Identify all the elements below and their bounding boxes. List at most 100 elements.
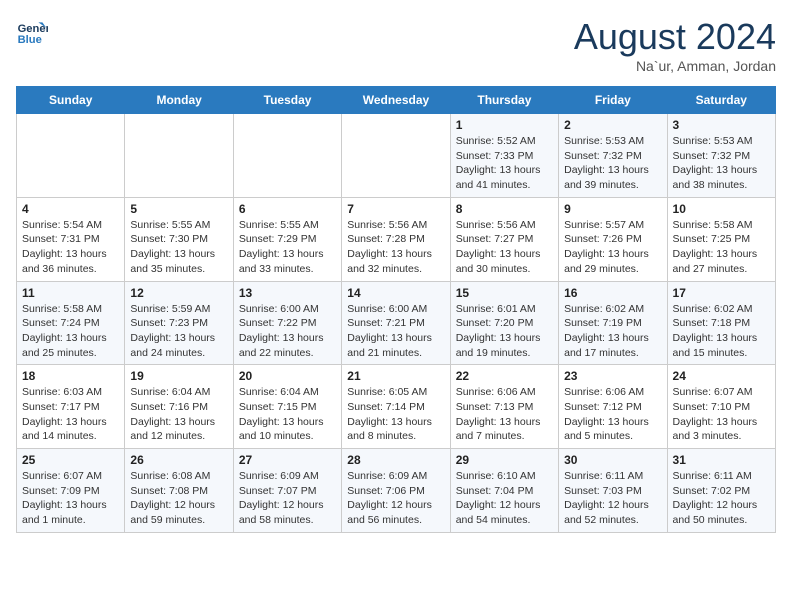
day-cell: 1 Sunrise: 5:52 AM Sunset: 7:33 PM Daylig… [450, 114, 558, 198]
day-info: Sunrise: 5:57 AM Sunset: 7:26 PM Dayligh… [564, 218, 661, 277]
day-number: 19 [130, 369, 227, 383]
week-row-2: 4 Sunrise: 5:54 AM Sunset: 7:31 PM Daylig… [17, 197, 776, 281]
day-cell: 11 Sunrise: 5:58 AM Sunset: 7:24 PM Dayli… [17, 281, 125, 365]
day-info: Sunrise: 6:03 AM Sunset: 7:17 PM Dayligh… [22, 385, 119, 444]
day-cell: 17Sunrise: 6:02 AM Sunset: 7:18 PM Dayli… [667, 281, 775, 365]
day-info: Sunrise: 6:04 AM Sunset: 7:16 PM Dayligh… [130, 385, 227, 444]
day-cell: 19 Sunrise: 6:04 AM Sunset: 7:16 PM Dayli… [125, 365, 233, 449]
header-tuesday: Tuesday [233, 87, 341, 114]
day-number: 23 [564, 369, 661, 383]
day-number: 12 [130, 286, 227, 300]
day-info: Sunrise: 5:52 AM Sunset: 7:33 PM Dayligh… [456, 134, 553, 193]
header-monday: Monday [125, 87, 233, 114]
day-cell: 20 Sunrise: 6:04 AM Sunset: 7:15 PM Dayli… [233, 365, 341, 449]
day-number: 9 [564, 202, 661, 216]
day-cell [233, 114, 341, 198]
day-cell: 13 Sunrise: 6:00 AM Sunset: 7:22 PM Dayli… [233, 281, 341, 365]
day-cell [342, 114, 450, 198]
day-info: Sunrise: 5:53 AM Sunset: 7:32 PM Dayligh… [564, 134, 661, 193]
day-cell: 15Sunrise: 6:01 AM Sunset: 7:20 PM Dayli… [450, 281, 558, 365]
day-info: Sunrise: 6:07 AM Sunset: 7:10 PM Dayligh… [673, 385, 770, 444]
day-info: Sunrise: 5:55 AM Sunset: 7:29 PM Dayligh… [239, 218, 336, 277]
day-number: 3 [673, 118, 770, 132]
day-cell: 26Sunrise: 6:08 AM Sunset: 7:08 PM Dayli… [125, 449, 233, 533]
day-cell: 23 Sunrise: 6:06 AM Sunset: 7:12 PM Dayli… [559, 365, 667, 449]
day-info: Sunrise: 5:54 AM Sunset: 7:31 PM Dayligh… [22, 218, 119, 277]
day-number: 10 [673, 202, 770, 216]
day-number: 5 [130, 202, 227, 216]
week-row-4: 18 Sunrise: 6:03 AM Sunset: 7:17 PM Dayli… [17, 365, 776, 449]
day-info: Sunrise: 6:11 AM Sunset: 7:02 PM Dayligh… [673, 469, 770, 528]
header-saturday: Saturday [667, 87, 775, 114]
week-row-3: 11 Sunrise: 5:58 AM Sunset: 7:24 PM Dayli… [17, 281, 776, 365]
day-number: 13 [239, 286, 336, 300]
day-cell: 3 Sunrise: 5:53 AM Sunset: 7:32 PM Daylig… [667, 114, 775, 198]
day-cell: 5 Sunrise: 5:55 AM Sunset: 7:30 PM Daylig… [125, 197, 233, 281]
location: Na`ur, Amman, Jordan [574, 58, 776, 74]
day-info: Sunrise: 6:04 AM Sunset: 7:15 PM Dayligh… [239, 385, 336, 444]
day-number: 8 [456, 202, 553, 216]
day-cell: 14Sunrise: 6:00 AM Sunset: 7:21 PM Dayli… [342, 281, 450, 365]
day-cell: 2 Sunrise: 5:53 AM Sunset: 7:32 PM Daylig… [559, 114, 667, 198]
day-number: 29 [456, 453, 553, 467]
day-info: Sunrise: 5:59 AM Sunset: 7:23 PM Dayligh… [130, 302, 227, 361]
day-number: 4 [22, 202, 119, 216]
day-cell: 9 Sunrise: 5:57 AM Sunset: 7:26 PM Daylig… [559, 197, 667, 281]
day-cell [125, 114, 233, 198]
day-info: Sunrise: 5:53 AM Sunset: 7:32 PM Dayligh… [673, 134, 770, 193]
day-info: Sunrise: 5:56 AM Sunset: 7:27 PM Dayligh… [456, 218, 553, 277]
day-number: 2 [564, 118, 661, 132]
day-number: 14 [347, 286, 444, 300]
day-info: Sunrise: 5:58 AM Sunset: 7:24 PM Dayligh… [22, 302, 119, 361]
day-info: Sunrise: 6:06 AM Sunset: 7:13 PM Dayligh… [456, 385, 553, 444]
day-cell: 6Sunrise: 5:55 AM Sunset: 7:29 PM Daylig… [233, 197, 341, 281]
day-number: 11 [22, 286, 119, 300]
day-number: 30 [564, 453, 661, 467]
page-header: General Blue August 2024 Na`ur, Amman, J… [16, 16, 776, 74]
day-cell [17, 114, 125, 198]
day-info: Sunrise: 5:56 AM Sunset: 7:28 PM Dayligh… [347, 218, 444, 277]
day-info: Sunrise: 5:58 AM Sunset: 7:25 PM Dayligh… [673, 218, 770, 277]
header-wednesday: Wednesday [342, 87, 450, 114]
day-number: 21 [347, 369, 444, 383]
day-info: Sunrise: 6:07 AM Sunset: 7:09 PM Dayligh… [22, 469, 119, 528]
calendar-table: SundayMondayTuesdayWednesdayThursdayFrid… [16, 86, 776, 533]
day-info: Sunrise: 6:09 AM Sunset: 7:06 PM Dayligh… [347, 469, 444, 528]
day-number: 25 [22, 453, 119, 467]
day-cell: 28 Sunrise: 6:09 AM Sunset: 7:06 PM Dayli… [342, 449, 450, 533]
day-cell: 30 Sunrise: 6:11 AM Sunset: 7:03 PM Dayli… [559, 449, 667, 533]
day-number: 24 [673, 369, 770, 383]
day-number: 7 [347, 202, 444, 216]
day-cell: 29 Sunrise: 6:10 AM Sunset: 7:04 PM Dayli… [450, 449, 558, 533]
day-cell: 4 Sunrise: 5:54 AM Sunset: 7:31 PM Daylig… [17, 197, 125, 281]
day-number: 28 [347, 453, 444, 467]
day-info: Sunrise: 6:11 AM Sunset: 7:03 PM Dayligh… [564, 469, 661, 528]
day-number: 18 [22, 369, 119, 383]
day-info: Sunrise: 6:10 AM Sunset: 7:04 PM Dayligh… [456, 469, 553, 528]
week-row-5: 25 Sunrise: 6:07 AM Sunset: 7:09 PM Dayli… [17, 449, 776, 533]
day-number: 20 [239, 369, 336, 383]
header-sunday: Sunday [17, 87, 125, 114]
day-number: 16 [564, 286, 661, 300]
day-number: 17 [673, 286, 770, 300]
week-row-1: 1 Sunrise: 5:52 AM Sunset: 7:33 PM Daylig… [17, 114, 776, 198]
title-block: August 2024 Na`ur, Amman, Jordan [574, 16, 776, 74]
day-cell: 25 Sunrise: 6:07 AM Sunset: 7:09 PM Dayli… [17, 449, 125, 533]
day-info: Sunrise: 6:06 AM Sunset: 7:12 PM Dayligh… [564, 385, 661, 444]
day-number: 22 [456, 369, 553, 383]
day-info: Sunrise: 6:02 AM Sunset: 7:19 PM Dayligh… [564, 302, 661, 361]
day-cell: 7 Sunrise: 5:56 AM Sunset: 7:28 PM Daylig… [342, 197, 450, 281]
header-friday: Friday [559, 87, 667, 114]
header-thursday: Thursday [450, 87, 558, 114]
day-cell: 8 Sunrise: 5:56 AM Sunset: 7:27 PM Daylig… [450, 197, 558, 281]
day-number: 1 [456, 118, 553, 132]
day-info: Sunrise: 6:05 AM Sunset: 7:14 PM Dayligh… [347, 385, 444, 444]
day-number: 26 [130, 453, 227, 467]
day-cell: 24 Sunrise: 6:07 AM Sunset: 7:10 PM Dayli… [667, 365, 775, 449]
day-info: Sunrise: 6:00 AM Sunset: 7:22 PM Dayligh… [239, 302, 336, 361]
day-info: Sunrise: 5:55 AM Sunset: 7:30 PM Dayligh… [130, 218, 227, 277]
calendar-header: SundayMondayTuesdayWednesdayThursdayFrid… [17, 87, 776, 114]
logo: General Blue [16, 16, 48, 48]
day-number: 15 [456, 286, 553, 300]
calendar-body: 1 Sunrise: 5:52 AM Sunset: 7:33 PM Daylig… [17, 114, 776, 533]
